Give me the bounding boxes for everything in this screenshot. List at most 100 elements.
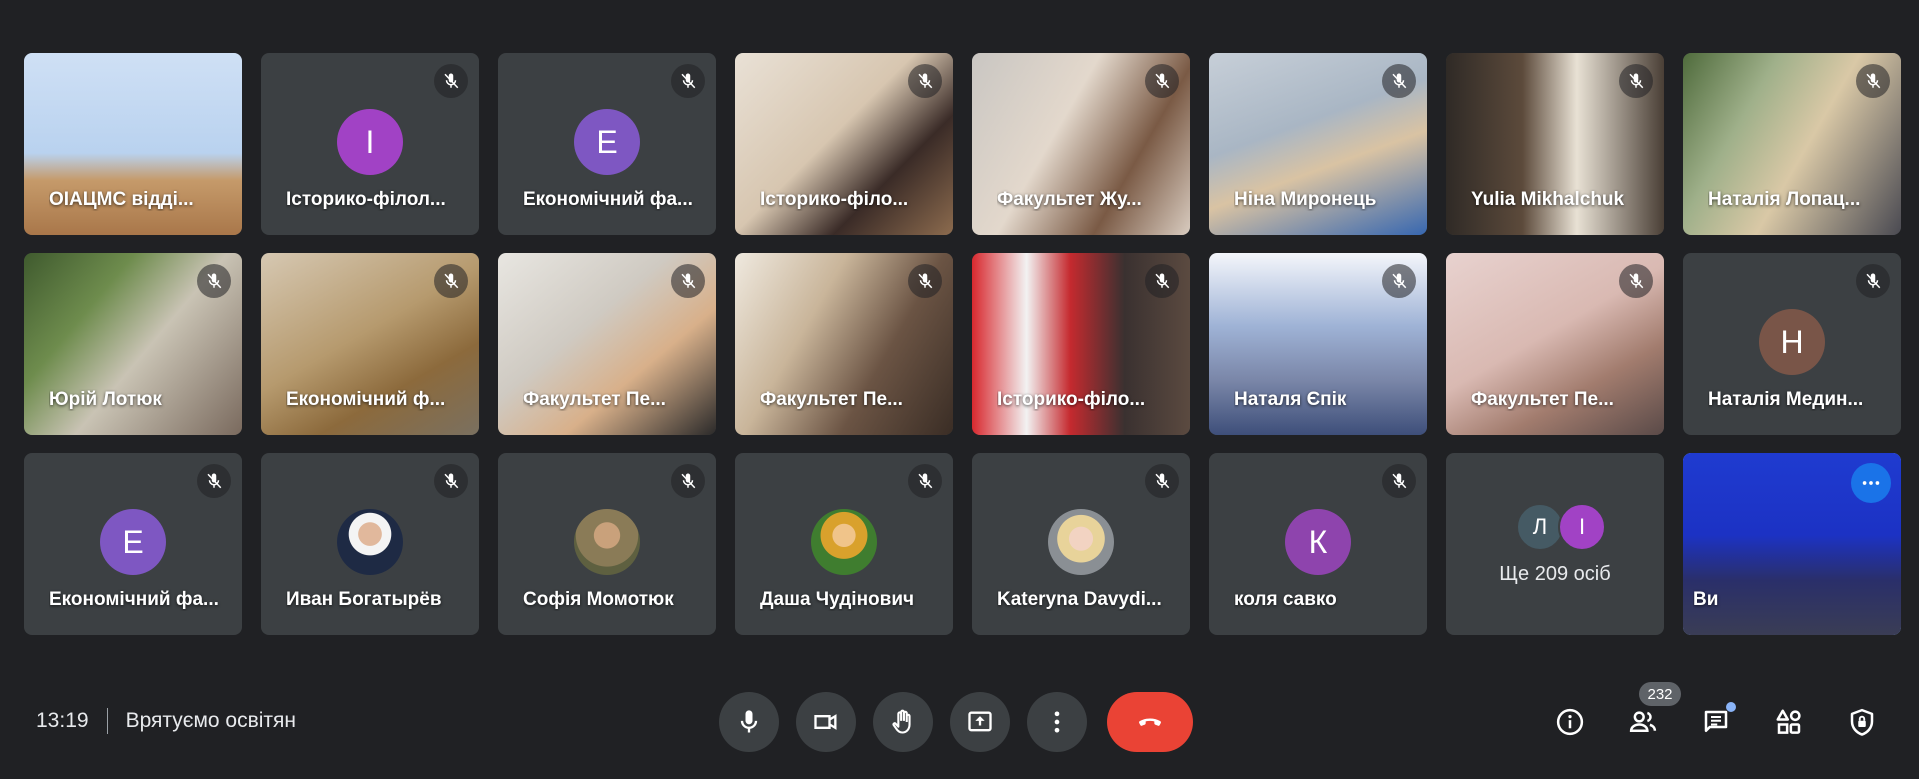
participant-tile[interactable]: Иван Богатырёв (261, 453, 479, 635)
more-participants-tile[interactable]: Л І Ще 209 осіб (1446, 453, 1664, 635)
participant-grid: ОІАЦМС відді... І Історико-філол... Е Економ… (24, 53, 1901, 635)
participant-avatar-photo (1048, 509, 1114, 575)
participant-tile[interactable]: Е Економічний фа... (24, 453, 242, 635)
mic-off-icon (908, 464, 942, 498)
participant-tile[interactable]: Н Наталія Медин... (1683, 253, 1901, 435)
participant-avatar-photo (574, 509, 640, 575)
mic-off-icon (434, 264, 468, 298)
participant-tile[interactable]: Ніна Миронець (1209, 53, 1427, 235)
end-call-button[interactable] (1107, 692, 1193, 752)
participant-avatar: Л (1516, 503, 1564, 551)
participants-count-badge: 232 (1639, 682, 1681, 706)
mic-off-icon (671, 264, 705, 298)
participant-name: Факультет Жу... (997, 189, 1142, 210)
meeting-details-button[interactable] (1548, 700, 1592, 744)
participant-name: Економічний фа... (523, 189, 693, 210)
mic-off-icon (671, 64, 705, 98)
participant-avatar: І (1558, 503, 1606, 551)
mic-off-icon (908, 264, 942, 298)
microphone-button[interactable] (719, 692, 779, 752)
mic-off-icon (1619, 64, 1653, 98)
participant-avatar-photo (337, 509, 403, 575)
end-call-icon (1139, 718, 1161, 726)
mic-off-icon (1145, 264, 1179, 298)
participant-avatar: Е (100, 509, 166, 575)
participant-tile[interactable]: ОІАЦМС відді... (24, 53, 242, 235)
mic-off-icon (908, 64, 942, 98)
participant-tile[interactable]: Kateryna Davydi... (972, 453, 1190, 635)
participant-tile[interactable]: Наталя Єпік (1209, 253, 1427, 435)
participant-name: Наталя Єпік (1234, 389, 1347, 410)
participant-name: Факультет Пе... (760, 389, 903, 410)
participant-avatar-photo (811, 509, 877, 575)
camera-icon (814, 714, 837, 730)
microphone-icon (740, 710, 758, 733)
participant-tile[interactable]: Наталія Лопац... (1683, 53, 1901, 235)
participant-name: Наталія Лопац... (1708, 189, 1861, 210)
participant-name: Yulia Mikhalchuk (1471, 189, 1625, 210)
activities-button[interactable] (1767, 700, 1811, 744)
participants-button[interactable]: 232 (1621, 682, 1681, 744)
meeting-title[interactable]: Врятуємо освітян (126, 709, 296, 733)
participant-tile[interactable]: Історико-філо... (735, 53, 953, 235)
participant-name: Історико-філол... (286, 189, 446, 210)
participant-tile[interactable]: Факультет Пе... (735, 253, 953, 435)
participant-tile[interactable]: Факультет Пе... (1446, 253, 1664, 435)
participant-tile[interactable]: Економічний ф... (261, 253, 479, 435)
present-screen-icon (968, 711, 992, 732)
participant-name: Економічний фа... (49, 589, 219, 610)
participant-name: Софія Момотюк (523, 589, 674, 610)
host-controls-button[interactable] (1840, 700, 1884, 744)
participant-tile[interactable]: Факультет Пе... (498, 253, 716, 435)
call-controls (719, 692, 1193, 752)
self-options-button[interactable] (1851, 463, 1891, 503)
participant-name: Наталія Медин... (1708, 389, 1864, 410)
meeting-time: 13:19 (36, 709, 89, 732)
more-participants-avatars: ЛІ (1516, 503, 1606, 551)
raise-hand-button[interactable] (873, 692, 933, 752)
participant-name: Kateryna Davydi... (997, 589, 1162, 610)
participant-tile[interactable]: Софія Момотюк (498, 453, 716, 635)
chat-unread-dot (1726, 702, 1736, 712)
people-icon (1629, 711, 1657, 732)
self-view-tile[interactable]: Ви (1683, 453, 1901, 635)
mic-off-icon (1856, 264, 1890, 298)
participant-tile[interactable]: Історико-філо... (972, 253, 1190, 435)
more-options-button[interactable] (1027, 692, 1087, 752)
mic-off-icon (1382, 464, 1416, 498)
participant-tile[interactable]: Yulia Mikhalchuk (1446, 53, 1664, 235)
participant-name: Економічний ф... (286, 389, 446, 410)
raise-hand-icon (892, 709, 911, 734)
participant-name: Факультет Пе... (1471, 389, 1614, 410)
present-screen-button[interactable] (950, 692, 1010, 752)
participant-name: Ніна Миронець (1234, 189, 1377, 210)
participant-name: ОІАЦМС відді... (49, 189, 194, 210)
participant-name: коля савко (1234, 589, 1337, 610)
host-controls-icon (1850, 708, 1874, 736)
meeting-tools: 232 (1548, 682, 1913, 744)
participant-avatar: Е (574, 109, 640, 175)
participant-tile[interactable]: Кколя савко (1209, 453, 1427, 635)
chat-icon (1704, 710, 1728, 732)
participant-tile[interactable]: Факультет Жу... (972, 53, 1190, 235)
mic-off-icon (434, 464, 468, 498)
mic-off-icon (197, 264, 231, 298)
participant-tile[interactable]: Даша Чудінович (735, 453, 953, 635)
camera-button[interactable] (796, 692, 856, 752)
participant-tile[interactable]: І Історико-філол... (261, 53, 479, 235)
mic-off-icon (197, 464, 231, 498)
activities-icon (1776, 709, 1801, 734)
participant-tile[interactable]: Юрій Лотюк (24, 253, 242, 435)
mic-off-icon (1145, 64, 1179, 98)
info-icon (1556, 708, 1584, 736)
mic-off-icon (1382, 264, 1416, 298)
participant-tile[interactable]: Е Економічний фа... (498, 53, 716, 235)
chat-button[interactable] (1694, 700, 1738, 744)
participant-avatar: І (337, 109, 403, 175)
divider (106, 708, 108, 734)
mic-off-icon (1619, 264, 1653, 298)
participant-name: Юрій Лотюк (49, 389, 162, 410)
participant-name: Иван Богатырёв (286, 589, 442, 610)
more-options-icon (1054, 711, 1060, 733)
participant-name: Даша Чудінович (760, 589, 915, 610)
